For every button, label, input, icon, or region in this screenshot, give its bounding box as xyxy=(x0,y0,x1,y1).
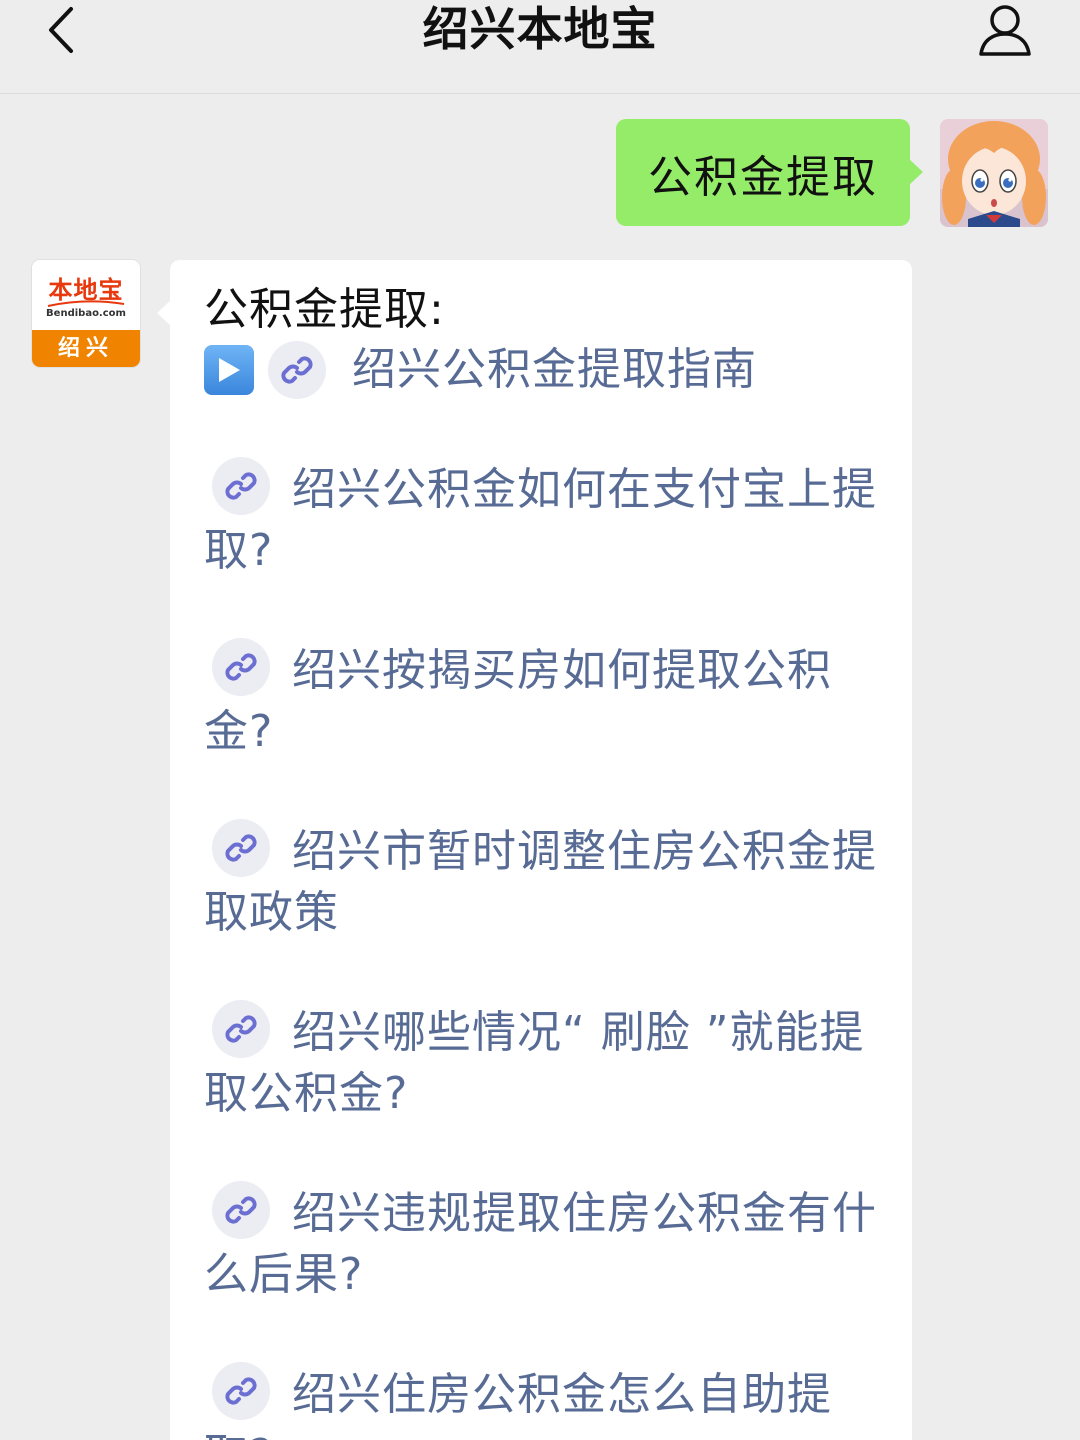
message-intro: 公积金提取: xyxy=(204,284,445,335)
article-link-item[interactable]: 绍兴哪些情况“ 刷脸 ”就能提取公积金? xyxy=(204,1000,878,1124)
article-link[interactable]: 绍兴公积金提取指南 xyxy=(352,340,757,400)
chat-page: 绍兴本地宝 公积金提取 本地宝 Bendibao.com 绍兴 公积金提取: 绍… xyxy=(0,0,1080,1440)
anime-avatar-image xyxy=(940,119,1048,227)
article-link-text[interactable]: 绍兴市暂时调整住房公积金提取政策 xyxy=(204,826,877,938)
article-link-item[interactable]: 绍兴市暂时调整住房公积金提取政策 xyxy=(204,819,878,943)
chat-title: 绍兴本地宝 xyxy=(422,2,658,56)
play-icon xyxy=(204,345,254,395)
link-icon xyxy=(268,341,326,399)
first-link-row[interactable]: 绍兴公积金提取指南 xyxy=(204,340,878,400)
link-icon xyxy=(212,819,270,877)
link-icon xyxy=(212,638,270,696)
article-link-item[interactable]: 绍兴住房公积金怎么自助提取? xyxy=(204,1362,878,1440)
outgoing-message-bubble[interactable]: 公积金提取 xyxy=(616,119,923,226)
article-link-text[interactable]: 绍兴公积金如何在支付宝上提取? xyxy=(204,464,877,576)
link-icon xyxy=(212,1181,270,1239)
logo-swoosh-icon xyxy=(47,300,125,307)
article-link-item[interactable]: 绍兴按揭买房如何提取公积金? xyxy=(204,638,878,762)
article-link-item[interactable]: 绍兴公积金如何在支付宝上提取? xyxy=(204,457,878,581)
article-link-text[interactable]: 绍兴哪些情况“ 刷脸 ”就能提取公积金? xyxy=(204,1007,865,1119)
logo-city: 绍兴 xyxy=(32,330,140,367)
incoming-message-bubble: 公积金提取: 绍兴公积金提取指南 绍兴公积金如何在支付宝上提取? 绍兴按揭买房如… xyxy=(157,260,912,1440)
article-link-text[interactable]: 绍兴违规提取住房公积金有什么后果? xyxy=(204,1188,877,1300)
link-icon xyxy=(212,1362,270,1420)
link-icon xyxy=(212,457,270,515)
link-icon xyxy=(212,1000,270,1058)
outgoing-message-text: 公积金提取 xyxy=(648,151,878,203)
user-avatar[interactable] xyxy=(940,119,1048,227)
article-link-text[interactable]: 绍兴按揭买房如何提取公积金? xyxy=(204,645,832,757)
bendibao-avatar[interactable]: 本地宝 Bendibao.com 绍兴 xyxy=(32,260,140,367)
article-link-text[interactable]: 绍兴住房公积金怎么自助提取? xyxy=(204,1369,832,1440)
chat-header: 绍兴本地宝 xyxy=(0,0,1080,94)
logo-url: Bendibao.com xyxy=(46,308,126,319)
article-link-item[interactable]: 绍兴违规提取住房公积金有什么后果? xyxy=(204,1181,878,1305)
profile-button[interactable] xyxy=(972,0,1038,60)
user-profile-icon xyxy=(979,5,1031,56)
